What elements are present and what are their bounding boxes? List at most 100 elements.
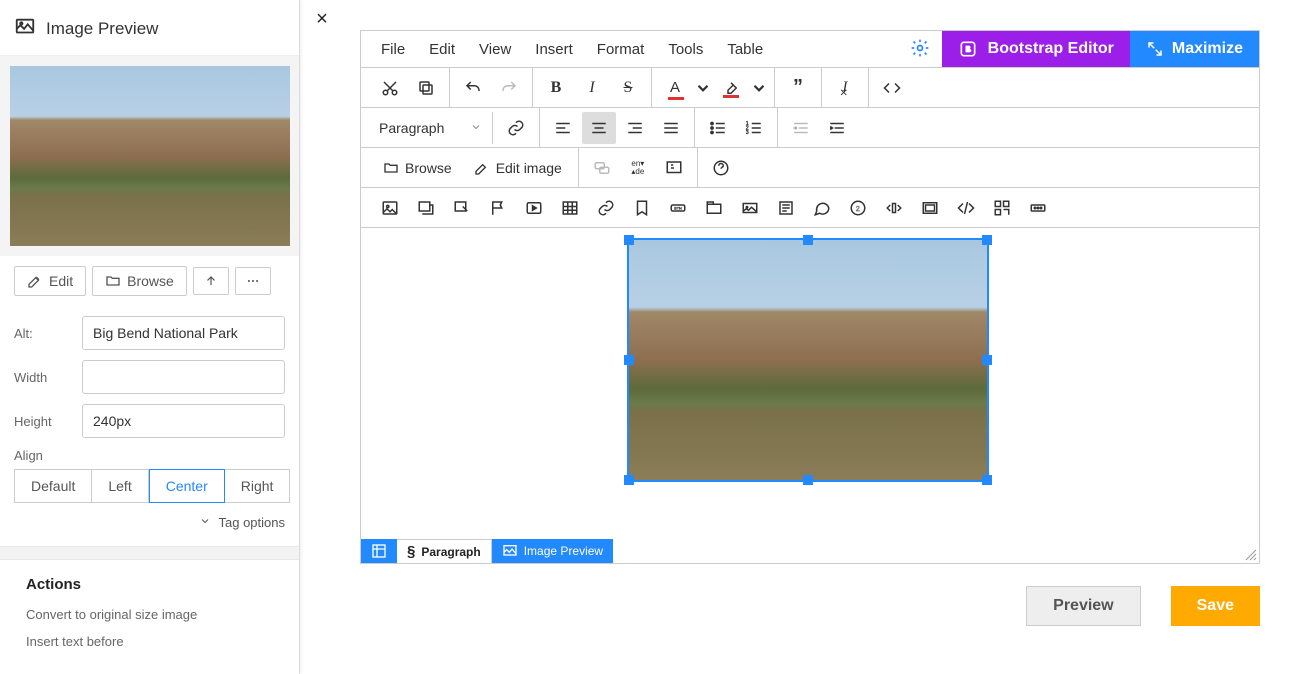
- undo-icon[interactable]: [456, 72, 490, 104]
- canvas-resize-grip[interactable]: [1245, 549, 1257, 561]
- toolbar-row-1: B I S A ” I✕: [360, 68, 1260, 108]
- resize-handle-bl[interactable]: [624, 475, 634, 485]
- sidebar-title: Image Preview: [46, 19, 158, 39]
- path-image-preview-label: Image Preview: [524, 544, 603, 558]
- help-icon[interactable]: [704, 152, 738, 184]
- align-default[interactable]: Default: [14, 469, 92, 503]
- insert-form-icon[interactable]: [769, 192, 803, 224]
- insert-banner-icon[interactable]: [733, 192, 767, 224]
- cut-icon[interactable]: [373, 72, 407, 104]
- preview-thumbnail[interactable]: [10, 66, 290, 246]
- editor-canvas[interactable]: § Paragraph Image Preview: [360, 228, 1260, 564]
- toolbar-row-3: Browse Edit image en▾▴de: [360, 148, 1260, 188]
- align-center[interactable]: Center: [149, 469, 225, 503]
- align-right[interactable]: Right: [225, 469, 291, 503]
- insert-more-icon[interactable]: [1021, 192, 1055, 224]
- insert-html-icon[interactable]: [949, 192, 983, 224]
- italic-icon[interactable]: I: [575, 72, 609, 104]
- insert-image-link-icon[interactable]: [445, 192, 479, 224]
- save-button[interactable]: Save: [1171, 586, 1260, 626]
- align-right-icon[interactable]: [618, 112, 652, 144]
- numbered-list-icon[interactable]: 123: [737, 112, 771, 144]
- edit-button[interactable]: Edit: [14, 266, 86, 296]
- bootstrap-editor-button[interactable]: Bootstrap Editor: [942, 31, 1130, 67]
- resize-handle-b[interactable]: [803, 475, 813, 485]
- text-color-icon[interactable]: A: [658, 72, 692, 104]
- clear-formatting-icon[interactable]: I✕: [828, 72, 862, 104]
- insert-tab-icon[interactable]: [697, 192, 731, 224]
- align-button-group: Default Left Center Right: [14, 469, 285, 503]
- copy-icon[interactable]: [409, 72, 443, 104]
- toolbar-row-4: BTN 2: [360, 188, 1260, 228]
- width-input[interactable]: [82, 360, 285, 394]
- insert-flag-icon[interactable]: [481, 192, 515, 224]
- strikethrough-icon[interactable]: S: [611, 72, 645, 104]
- menu-insert[interactable]: Insert: [523, 33, 585, 66]
- insert-table-icon[interactable]: [553, 192, 587, 224]
- bullet-list-icon[interactable]: [701, 112, 735, 144]
- path-paragraph[interactable]: § Paragraph: [397, 539, 492, 563]
- insert-bookmark-icon[interactable]: [625, 192, 659, 224]
- browse-button[interactable]: Browse: [92, 266, 187, 296]
- source-code-icon[interactable]: [875, 72, 909, 104]
- close-sidebar-button[interactable]: ×: [310, 8, 334, 32]
- path-image-preview[interactable]: Image Preview: [492, 539, 613, 563]
- translate-icon[interactable]: [657, 152, 691, 184]
- align-left[interactable]: Left: [92, 469, 148, 503]
- insert-image-icon[interactable]: [373, 192, 407, 224]
- resize-handle-tr[interactable]: [982, 235, 992, 245]
- indent-icon[interactable]: [820, 112, 854, 144]
- insert-embed-icon[interactable]: [877, 192, 911, 224]
- height-input[interactable]: [82, 404, 285, 438]
- insert-qr-icon[interactable]: [985, 192, 1019, 224]
- paragraph-format-selector[interactable]: Paragraph: [367, 112, 493, 144]
- toolbar-edit-image-label: Edit image: [496, 160, 562, 176]
- chevron-down-icon[interactable]: [694, 72, 712, 104]
- maximize-button[interactable]: Maximize: [1130, 31, 1259, 67]
- resize-handle-t[interactable]: [803, 235, 813, 245]
- upload-button[interactable]: [193, 267, 229, 295]
- link-icon[interactable]: [499, 112, 533, 144]
- bold-icon[interactable]: B: [539, 72, 573, 104]
- insert-link-icon[interactable]: [589, 192, 623, 224]
- preview-button[interactable]: Preview: [1026, 586, 1140, 626]
- resize-handle-br[interactable]: [982, 475, 992, 485]
- insert-comment-icon[interactable]: [805, 192, 839, 224]
- chevron-down-icon[interactable]: [750, 72, 768, 104]
- menu-file[interactable]: File: [369, 33, 417, 66]
- path-root[interactable]: [361, 539, 397, 563]
- action-insert-text-before[interactable]: Insert text before: [26, 634, 273, 649]
- menu-tools[interactable]: Tools: [656, 33, 715, 66]
- align-center-icon[interactable]: [582, 112, 616, 144]
- insert-number-icon[interactable]: 2: [841, 192, 875, 224]
- settings-gear-icon[interactable]: [898, 38, 942, 61]
- menu-edit[interactable]: Edit: [417, 33, 467, 66]
- edit-button-label: Edit: [49, 273, 73, 289]
- insert-button-icon[interactable]: BTN: [661, 192, 695, 224]
- selected-image[interactable]: [627, 238, 989, 482]
- insert-container-icon[interactable]: [913, 192, 947, 224]
- toolbar-browse-button[interactable]: Browse: [373, 152, 462, 184]
- resize-handle-tl[interactable]: [624, 235, 634, 245]
- insert-image-preview-icon[interactable]: [409, 192, 443, 224]
- resize-handle-l[interactable]: [624, 355, 634, 365]
- maximize-label: Maximize: [1172, 40, 1243, 58]
- menu-view[interactable]: View: [467, 33, 523, 66]
- highlight-color-icon[interactable]: [714, 72, 748, 104]
- paragraph-format-label: Paragraph: [379, 120, 444, 136]
- image-preview-sidebar: Image Preview Edit Browse Alt: Width: [0, 0, 300, 674]
- language-icon[interactable]: en▾▴de: [621, 152, 655, 184]
- insert-video-icon[interactable]: [517, 192, 551, 224]
- more-options-button[interactable]: [235, 267, 271, 295]
- resize-handle-r[interactable]: [982, 355, 992, 365]
- footer-buttons: Preview Save: [360, 586, 1260, 626]
- align-justify-icon[interactable]: [654, 112, 688, 144]
- action-convert-original[interactable]: Convert to original size image: [26, 607, 273, 622]
- align-left-icon[interactable]: [546, 112, 580, 144]
- menu-table[interactable]: Table: [715, 33, 775, 66]
- blockquote-icon[interactable]: ”: [781, 72, 815, 104]
- menu-format[interactable]: Format: [585, 33, 657, 66]
- alt-input[interactable]: [82, 316, 285, 350]
- toolbar-edit-image-button[interactable]: Edit image: [464, 152, 572, 184]
- tag-options-toggle[interactable]: Tag options: [0, 503, 299, 546]
